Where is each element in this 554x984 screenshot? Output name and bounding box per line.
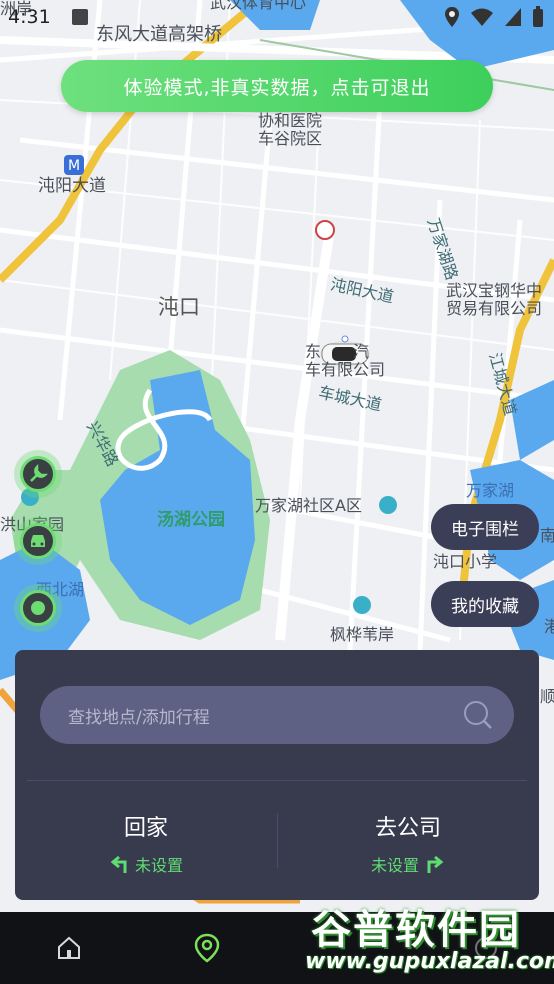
go-home-status-label: 未设置 [134, 856, 183, 875]
profile-icon [475, 937, 497, 959]
go-home-status: 未设置 [15, 852, 277, 876]
map-label-xiehe-hospital: 协和医院 车谷院区 [258, 111, 323, 149]
map-label-tanghu-park: 汤湖公园 [157, 510, 225, 530]
nav-profile[interactable] [470, 932, 502, 964]
map-label-zhuankou: 沌口 [158, 295, 200, 319]
map-label-metro-station: 沌阳大道 [38, 176, 106, 196]
location-icon [445, 7, 459, 27]
turn-right-icon [427, 855, 444, 873]
location-pin-icon [194, 933, 220, 963]
favorites-button[interactable]: 我的收藏 [431, 581, 539, 627]
map-label-zhuankou-school: 沌口小学 [433, 552, 498, 571]
geofence-button[interactable]: 电子围栏 [431, 504, 539, 550]
battery-icon [533, 6, 543, 27]
nav-map[interactable] [191, 932, 223, 964]
go-company-button[interactable]: 去公司 未设置 [277, 810, 539, 876]
notification-icon [72, 9, 88, 25]
nav-home[interactable] [53, 932, 85, 964]
map-label-partial-south: 南 [540, 526, 554, 545]
map-label-partial-gang: 港 [544, 617, 554, 636]
map-label-baogang: 武汉宝钢华中 贸易有限公司 [446, 281, 543, 319]
panel-divider [27, 780, 527, 781]
wifi-icon [471, 8, 493, 26]
search-input[interactable]: 查找地点/添加行程 [40, 686, 514, 744]
go-company-title: 去公司 [374, 816, 441, 841]
go-company-status-label: 未设置 [370, 856, 419, 875]
status-bar: 4:31 [0, 0, 554, 36]
bottom-nav [0, 912, 554, 984]
map-label-partial-shun: 顺 [540, 687, 554, 706]
signal-icon [505, 8, 521, 26]
map-label-wanjiahu: 万家湖 [466, 481, 515, 500]
demo-mode-banner[interactable]: 体验模式,非真实数据，点击可退出 [61, 60, 493, 112]
map-label-wanjiahu-a: 万家湖社区A区 [255, 496, 362, 515]
map-label-fenghua: 枫桦苇岸 [330, 625, 395, 644]
status-icons [444, 6, 544, 28]
go-company-status: 未设置 [277, 852, 539, 876]
destination-panel: 查找地点/添加行程 回家 未设置 去公司 未设置 [15, 650, 539, 900]
home-icon [58, 936, 80, 959]
search-placeholder: 查找地点/添加行程 [68, 707, 210, 728]
spot-marker-icon[interactable] [20, 590, 56, 626]
go-home-title: 回家 [123, 816, 168, 841]
map-label-auto-company: 东 汽 车有限公司 [305, 342, 386, 380]
status-time: 4:31 [8, 6, 51, 28]
go-home-button[interactable]: 回家 未设置 [15, 810, 277, 876]
search-icon[interactable] [462, 699, 494, 731]
turn-left-icon [110, 855, 127, 873]
repair-marker-icon[interactable] [20, 456, 56, 492]
svg-text:M: M [68, 158, 80, 174]
car-marker-icon[interactable] [20, 523, 56, 559]
